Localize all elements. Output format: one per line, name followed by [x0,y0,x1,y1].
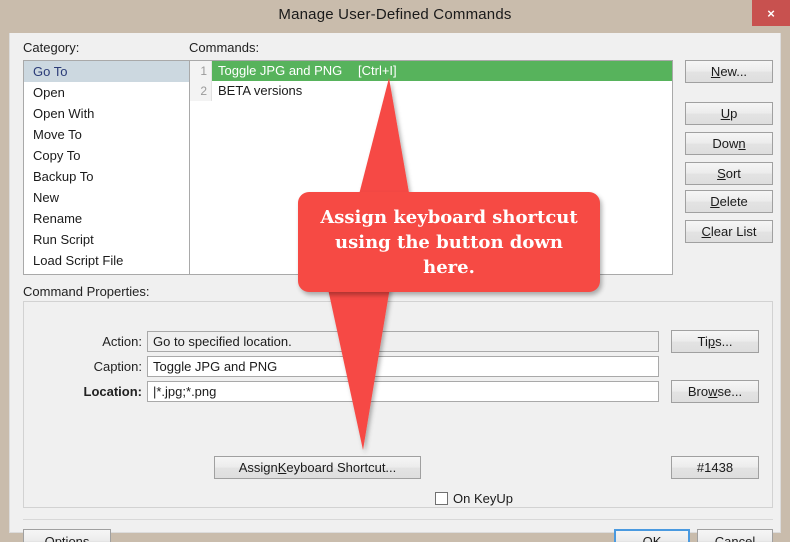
command-properties-label: Command Properties: [23,284,150,299]
close-icon: × [767,5,775,21]
up-button[interactable]: Up [685,102,773,125]
category-list-label: Category: [23,40,80,55]
command-id-button[interactable]: #1438 [671,456,759,479]
browse-button[interactable]: Bro w se... [671,380,759,403]
category-item[interactable]: Rename [24,208,189,229]
command-row-body: BETA versions [212,81,672,101]
category-item[interactable]: Go To [24,61,189,82]
on-keyup-checkbox[interactable]: On KeyUp [435,491,513,506]
command-row[interactable]: 2 BETA versions [190,81,672,101]
action-field-label: Action: [102,334,142,349]
dialog-client-area: Category: Commands: Go To Open Open With Mo… [9,33,781,542]
sort-button[interactable]: Sort [685,162,773,185]
category-item[interactable]: Move To [24,124,189,145]
footer-divider [23,519,773,520]
category-item[interactable]: Open [24,82,189,103]
location-field-label: Location: [83,384,143,399]
command-row-body: Toggle JPG and PNG [Ctrl+I] [212,61,672,81]
tips-button[interactable]: Ti p s... [671,330,759,353]
close-button[interactable]: × [752,0,790,26]
on-keyup-label: On KeyUp [453,491,513,506]
assign-keyboard-shortcut-button[interactable]: Assign Keyboard Shortcut... [214,456,421,479]
new-button[interactable]: New... [685,60,773,83]
on-keyup-checkbox-box [435,492,448,505]
title-bar[interactable]: Manage User-Defined Commands × [0,0,790,33]
category-listbox[interactable]: Go To Open Open With Move To Copy To Backup T… [23,60,190,275]
clear-list-button[interactable]: Clear List [685,220,773,243]
down-button[interactable]: Dow n [685,132,773,155]
options-button[interactable]: Opti o ns [23,529,111,542]
action-field[interactable]: Go to specified location. [147,331,659,352]
command-row-number: 2 [190,81,212,101]
cancel-button[interactable]: Cancel [697,529,773,542]
category-item[interactable]: Open With [24,103,189,124]
command-row-shortcut: [Ctrl+I] [358,63,397,78]
command-row[interactable]: 1 Toggle JPG and PNG [Ctrl+I] [190,61,672,81]
command-row-number: 1 [190,61,212,81]
command-row-name: BETA versions [218,83,303,98]
commands-list-label: Commands: [189,40,260,55]
category-item[interactable]: Load Script File [24,250,189,271]
category-item[interactable]: Backup To [24,166,189,187]
category-item[interactable]: New [24,187,189,208]
caption-field[interactable]: Toggle JPG and PNG [147,356,659,377]
commands-listbox[interactable]: 1 Toggle JPG and PNG [Ctrl+I] 2 BETA version… [189,60,673,275]
location-field[interactable]: |*.jpg;*.png [147,381,659,402]
caption-field-label: Caption: [93,359,142,374]
delete-button[interactable]: Delete [685,190,773,213]
window-title: Manage User-Defined Commands [278,6,512,23]
category-item[interactable]: Copy To [24,145,189,166]
category-item[interactable]: Run Script [24,229,189,250]
ok-button[interactable]: OK [614,529,690,542]
dialog-window: Manage User-Defined Commands × Category:… [0,0,790,542]
command-row-name: Toggle JPG and PNG [218,63,343,78]
